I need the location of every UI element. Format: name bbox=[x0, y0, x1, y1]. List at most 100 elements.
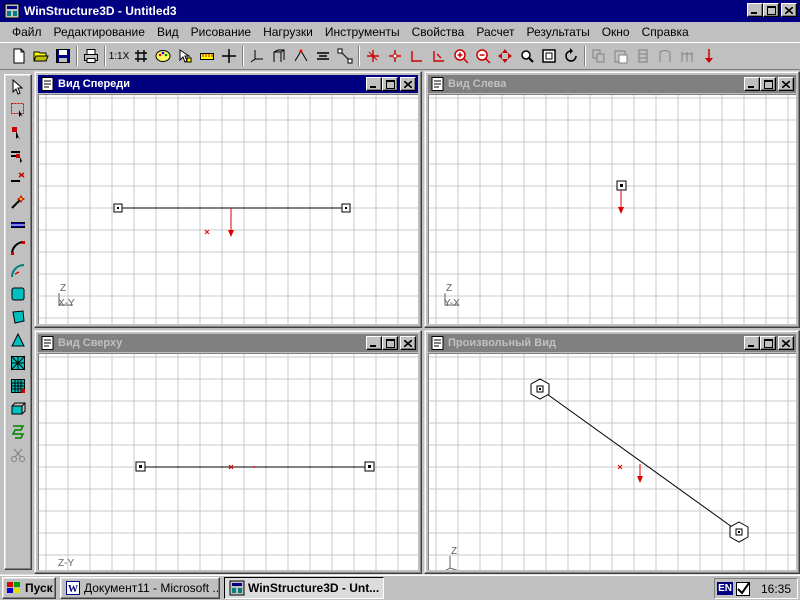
minimize-button[interactable] bbox=[747, 3, 763, 17]
spring-tool[interactable] bbox=[6, 421, 30, 443]
front-view-window[interactable]: Вид Спереди Z X-Y bbox=[34, 71, 422, 328]
arc-3pt-tool[interactable] bbox=[6, 260, 30, 282]
arc-tool[interactable] bbox=[6, 237, 30, 259]
top-view-maximize-button[interactable] bbox=[382, 336, 398, 350]
zoom-in-button[interactable] bbox=[450, 45, 472, 67]
top-view-minimize-button[interactable] bbox=[366, 336, 382, 350]
left-view-close-button[interactable] bbox=[778, 77, 794, 91]
load-arrow[interactable] bbox=[228, 208, 234, 237]
print-button[interactable] bbox=[80, 45, 102, 67]
results-table-button[interactable] bbox=[632, 45, 654, 67]
select-box-tool[interactable] bbox=[6, 99, 30, 121]
menu-view[interactable]: Вид bbox=[151, 23, 185, 41]
support-fixed-button[interactable] bbox=[362, 45, 384, 67]
node-marker[interactable] bbox=[530, 378, 550, 400]
notification-check-icon[interactable] bbox=[735, 581, 751, 597]
load-arrow-button[interactable] bbox=[698, 45, 720, 67]
front-view-canvas[interactable]: Z X-Y bbox=[38, 94, 418, 324]
ruler-button[interactable] bbox=[196, 45, 218, 67]
redraw-button[interactable] bbox=[560, 45, 582, 67]
axes-button[interactable] bbox=[246, 45, 268, 67]
top-view-window[interactable]: Вид Сверху Z-Y bbox=[34, 330, 422, 574]
menu-loads[interactable]: Нагрузки bbox=[257, 23, 319, 41]
menu-window[interactable]: Окно bbox=[596, 23, 636, 41]
menu-results[interactable]: Результаты bbox=[521, 23, 596, 41]
copy-button[interactable] bbox=[588, 45, 610, 67]
triangle-tool[interactable] bbox=[6, 329, 30, 351]
arbitrary-view-canvas[interactable]: Z bbox=[428, 353, 796, 570]
taskbar-item-document[interactable]: W Документ11 - Microsoft ... bbox=[60, 576, 220, 599]
beam-tool[interactable] bbox=[6, 214, 30, 236]
menu-analysis[interactable]: Расчет bbox=[470, 23, 520, 41]
start-button[interactable]: Пуск bbox=[2, 576, 56, 599]
menu-tools[interactable]: Инструменты bbox=[319, 23, 406, 41]
disabled-tool[interactable] bbox=[6, 444, 30, 466]
save-button[interactable] bbox=[52, 45, 74, 67]
rectangle-tool[interactable] bbox=[6, 283, 30, 305]
moment-diagram-button[interactable] bbox=[676, 45, 698, 67]
close-button[interactable] bbox=[781, 3, 797, 17]
paste-button[interactable] bbox=[610, 45, 632, 67]
top-view-canvas[interactable]: Z-Y bbox=[38, 353, 418, 570]
zoom-window-button[interactable] bbox=[516, 45, 538, 67]
grid-button[interactable] bbox=[130, 45, 152, 67]
menu-file[interactable]: Файл bbox=[6, 23, 48, 41]
support-tool[interactable] bbox=[6, 168, 30, 190]
crosshair-button[interactable] bbox=[218, 45, 240, 67]
top-view-titlebar[interactable]: Вид Сверху bbox=[38, 334, 418, 352]
front-view-maximize-button[interactable] bbox=[382, 77, 398, 91]
load-arrow[interactable] bbox=[618, 190, 624, 214]
magic-wand-tool[interactable] bbox=[6, 191, 30, 213]
support-pin-button[interactable] bbox=[384, 45, 406, 67]
support-roller-button[interactable] bbox=[406, 45, 428, 67]
node-marker[interactable] bbox=[135, 461, 146, 472]
support-spring-button[interactable] bbox=[428, 45, 450, 67]
menu-properties[interactable]: Свойства bbox=[406, 23, 471, 41]
mesh-tool[interactable] bbox=[6, 352, 30, 374]
arbitrary-view-titlebar[interactable]: Произвольный Вид bbox=[428, 334, 796, 352]
pan-button[interactable] bbox=[494, 45, 516, 67]
left-view-canvas[interactable]: Z Y-X bbox=[428, 94, 796, 324]
node-marker[interactable] bbox=[341, 203, 351, 213]
zoom-extents-button[interactable] bbox=[538, 45, 560, 67]
left-view-maximize-button[interactable] bbox=[760, 77, 776, 91]
menu-edit[interactable]: Редактирование bbox=[48, 23, 151, 41]
frame-button[interactable] bbox=[268, 45, 290, 67]
node-marker[interactable] bbox=[364, 461, 375, 472]
left-view-window[interactable]: Вид Слева Z Y-X bbox=[424, 71, 800, 328]
node-tool[interactable] bbox=[6, 122, 30, 144]
menu-help[interactable]: Справка bbox=[636, 23, 695, 41]
front-view-close-button[interactable] bbox=[400, 77, 416, 91]
deformed-shape-button[interactable] bbox=[654, 45, 676, 67]
grid-mesh-tool[interactable] bbox=[6, 375, 30, 397]
node-button[interactable] bbox=[334, 45, 356, 67]
left-view-titlebar[interactable]: Вид Слева bbox=[428, 75, 796, 93]
polygon-tool[interactable] bbox=[6, 306, 30, 328]
arbitrary-view-minimize-button[interactable] bbox=[744, 336, 760, 350]
left-view-minimize-button[interactable] bbox=[744, 77, 760, 91]
extrude-tool[interactable] bbox=[6, 398, 30, 420]
node-marker[interactable] bbox=[616, 180, 627, 191]
member-button[interactable] bbox=[290, 45, 312, 67]
arbitrary-view-maximize-button[interactable] bbox=[760, 336, 776, 350]
front-view-minimize-button[interactable] bbox=[366, 77, 382, 91]
section-button[interactable] bbox=[312, 45, 334, 67]
select-tool[interactable] bbox=[6, 76, 30, 98]
arbitrary-view-close-button[interactable] bbox=[778, 336, 794, 350]
maximize-button[interactable] bbox=[763, 3, 779, 17]
zoom-out-button[interactable] bbox=[472, 45, 494, 67]
menu-draw[interactable]: Рисование bbox=[185, 23, 257, 41]
member-tool[interactable] bbox=[6, 145, 30, 167]
node-marker[interactable] bbox=[113, 203, 123, 213]
scale-1x-button[interactable]: 1:1X bbox=[108, 45, 130, 67]
open-button[interactable] bbox=[30, 45, 52, 67]
arbitrary-view-window[interactable]: Произвольный Вид Z bbox=[424, 330, 800, 574]
palette-button[interactable] bbox=[152, 45, 174, 67]
taskbar-item-winstructure[interactable]: WinStructure3D - Unt... bbox=[224, 576, 384, 599]
front-view-titlebar[interactable]: Вид Спереди bbox=[38, 75, 418, 93]
top-view-close-button[interactable] bbox=[400, 336, 416, 350]
snap-button[interactable] bbox=[174, 45, 196, 67]
node-marker[interactable] bbox=[729, 521, 749, 543]
title-bar[interactable]: WinStructure3D - Untitled3 bbox=[0, 0, 800, 22]
new-button[interactable] bbox=[8, 45, 30, 67]
